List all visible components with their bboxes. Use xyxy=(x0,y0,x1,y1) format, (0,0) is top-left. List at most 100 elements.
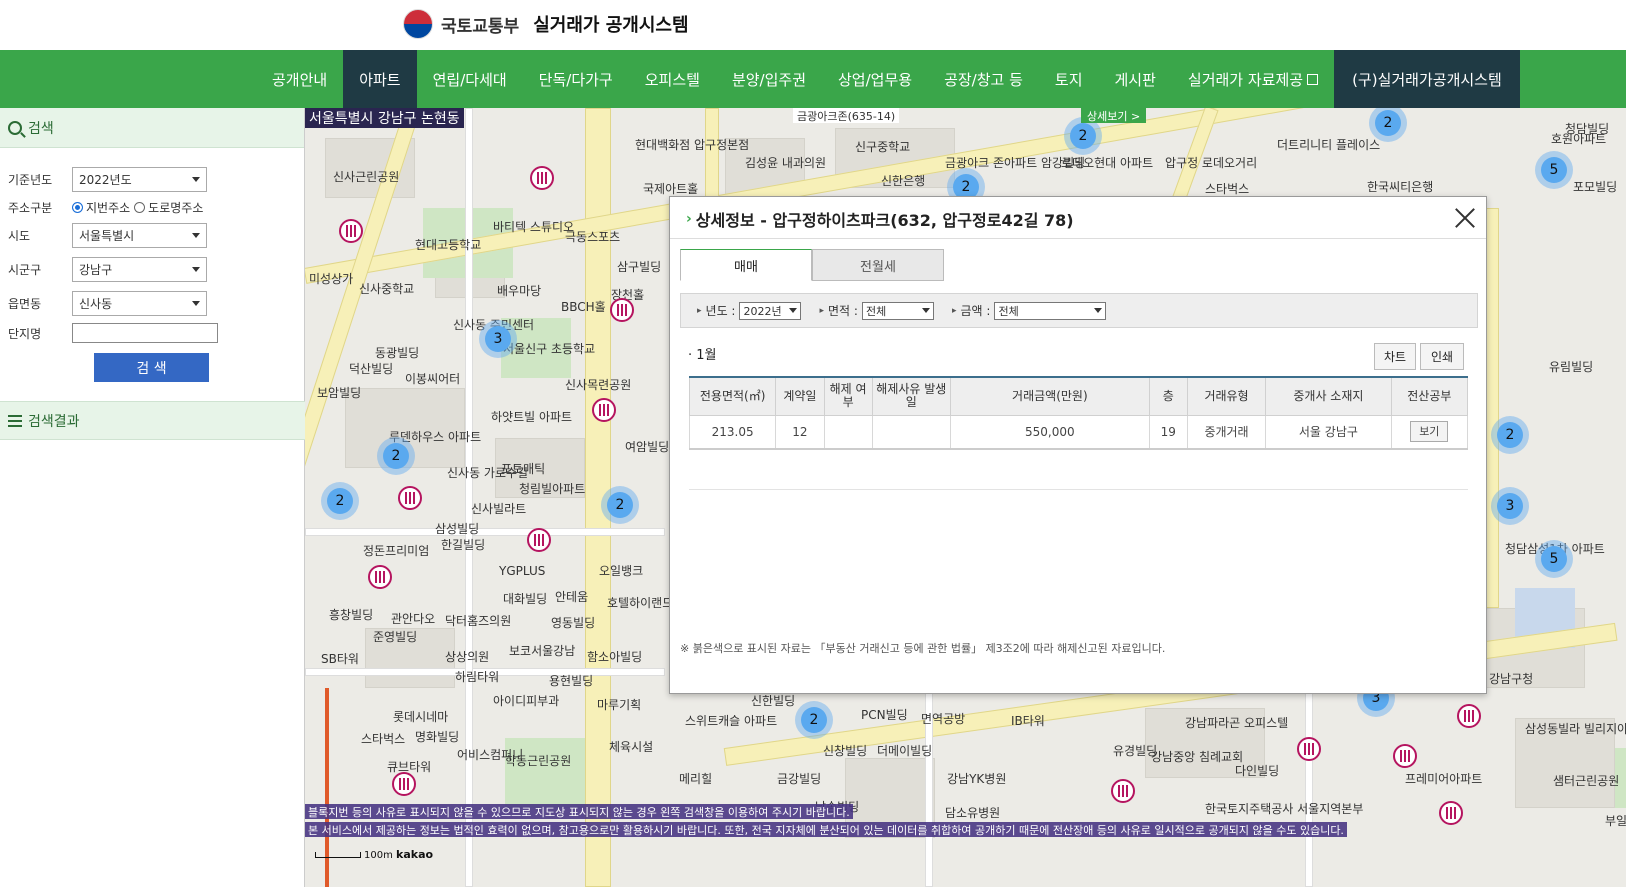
map-place-label: 메리힐 xyxy=(679,772,713,786)
map-place-label: 덕산빌딩 xyxy=(349,362,394,376)
chevron-down-icon xyxy=(789,308,798,313)
map-place-label: 흥창빌딩 xyxy=(329,608,374,622)
apartment-pin-icon[interactable] xyxy=(1111,779,1135,803)
map-place-label: 다인빌딩 xyxy=(1235,764,1280,778)
jibun-radio-label[interactable]: 지번주소 xyxy=(86,199,130,216)
cluster-marker[interactable]: 2 xyxy=(321,482,359,520)
list-icon xyxy=(8,414,22,427)
modal-title: › 상세정보 - 압구정하이츠파크(632, 압구정로42길 78) xyxy=(686,207,1074,231)
nav-item-data-provision[interactable]: 실거래가 자료제공 xyxy=(1172,50,1334,108)
site-logo[interactable]: 국토교통부 실거래가 공개시스템 xyxy=(403,6,689,42)
map-place-label: 신사목련공원 xyxy=(565,378,632,392)
map-place-label: 강남중앙 침례교회 xyxy=(1151,750,1244,764)
map-place-label: 바티텍 스튜디오 xyxy=(493,220,575,234)
close-icon[interactable] xyxy=(1454,207,1476,229)
road-radio[interactable] xyxy=(134,201,146,213)
map-place-label: 여암빌딩 xyxy=(625,440,670,454)
apartment-pin-icon[interactable] xyxy=(530,166,554,190)
apartment-pin-icon[interactable] xyxy=(610,298,634,322)
map-notice-1: 블록지번 등의 사유로 표시되지 않을 수 있으므로 지도상 표시되지 않는 경… xyxy=(305,804,853,819)
nav-item-board[interactable]: 게시판 xyxy=(1099,50,1172,108)
nav-item-factory[interactable]: 공장/창고 등 xyxy=(928,50,1039,108)
map-place-label: 프레미어아파트 xyxy=(1405,772,1483,786)
chart-button[interactable]: 차트 xyxy=(1374,343,1416,370)
apartment-pin-icon[interactable] xyxy=(339,219,363,243)
filter-bar: ▸ 년도 : 2022년 ▸ 면적 : 전체 ▸ 금액 : 전체 xyxy=(680,293,1478,328)
cluster-marker[interactable]: 2 xyxy=(377,437,415,475)
apartment-pin-icon[interactable] xyxy=(1393,744,1417,768)
tab-lease[interactable]: 전월세 xyxy=(812,249,944,281)
year-select-value: 2022년도 xyxy=(79,172,132,187)
map-place-label: 강남YK병원 xyxy=(947,772,1007,786)
ministry-name: 국토교통부 xyxy=(441,16,520,37)
cluster-marker[interactable]: 3 xyxy=(479,320,517,358)
nav-item-apartment[interactable]: 아파트 xyxy=(343,50,417,108)
year-select[interactable]: 2022년도 xyxy=(72,166,207,192)
cluster-marker[interactable]: 3 xyxy=(1491,487,1529,525)
apartment-pin-icon[interactable] xyxy=(398,486,422,510)
price-filter-select[interactable]: 전체 xyxy=(994,301,1107,320)
sigungu-select[interactable]: 강남구 xyxy=(72,256,207,282)
sido-select[interactable]: 서울특별시 xyxy=(72,222,207,248)
map-place-label: SB타워 xyxy=(321,652,359,666)
table-cell: 중개거래 xyxy=(1186,414,1267,450)
results-panel-header: 검색결과 xyxy=(0,401,305,440)
jibun-radio[interactable] xyxy=(72,201,83,213)
detail-view-button[interactable]: 상세보기 > xyxy=(1081,108,1147,123)
apartment-pin-icon[interactable] xyxy=(527,528,551,552)
nav-item-land[interactable]: 토지 xyxy=(1039,50,1099,108)
month-heading: · 1월 xyxy=(688,348,717,363)
print-button[interactable]: 인쇄 xyxy=(1420,343,1464,370)
sigungu-label: 시군구 xyxy=(8,262,42,277)
cluster-marker[interactable]: 5 xyxy=(1535,151,1573,189)
kakao-logo: kakao xyxy=(396,848,434,861)
map-place-label: 관안다오 xyxy=(391,612,436,626)
cluster-marker[interactable]: 2 xyxy=(1491,416,1529,454)
apartment-pin-icon[interactable] xyxy=(368,565,392,589)
modal-title-text: 상세정보 - 압구정하이츠파크(632, 압구정로42길 78) xyxy=(695,211,1074,230)
apartment-pin-icon[interactable] xyxy=(592,398,616,422)
main-nav: 공개안내 아파트 연립/다세대 단독/다가구 오피스텔 분양/입주권 상업/업무… xyxy=(0,50,1626,108)
table-header: 거래유형 xyxy=(1186,376,1267,416)
complex-name-input[interactable] xyxy=(72,323,218,343)
area-filter-select[interactable]: 전체 xyxy=(861,301,934,320)
arrow-right-icon: ▸ xyxy=(819,305,825,316)
arrow-right-icon: ▸ xyxy=(951,305,957,316)
address-tooltip: 금광아크존(635-14) xyxy=(793,108,900,123)
apartment-pin-icon[interactable] xyxy=(1439,801,1463,825)
ministry-emblem-icon xyxy=(403,9,433,39)
nav-item-notice[interactable]: 공개안내 xyxy=(256,50,343,108)
nav-item-townhouse[interactable]: 연립/다세대 xyxy=(417,50,523,108)
cluster-marker[interactable]: 2 xyxy=(795,701,833,739)
nav-item-commercial[interactable]: 상업/업무용 xyxy=(822,50,928,108)
search-button[interactable]: 검 색 xyxy=(94,353,209,382)
apartment-pin-icon[interactable] xyxy=(1457,704,1481,728)
map-place-label: 김성윤 내과의원 xyxy=(745,156,827,170)
apartment-pin-icon[interactable] xyxy=(1297,737,1321,761)
dong-select[interactable]: 신사동 xyxy=(72,290,207,316)
nav-item-detached[interactable]: 단독/다가구 xyxy=(523,50,629,108)
nav-item-legacy-system[interactable]: (구)실거래가공개시스템 xyxy=(1334,50,1520,108)
map-place-label: 스위트캐슬 아파트 xyxy=(685,714,778,728)
map-place-label: 신사빌라트 xyxy=(471,502,527,516)
map-place-label: 오일뱅크 xyxy=(599,564,644,578)
apartment-pin-icon[interactable] xyxy=(392,772,416,796)
road-radio-label[interactable]: 도로명주소 xyxy=(148,199,203,216)
year-filter-select[interactable]: 2022년 xyxy=(739,301,802,320)
cluster-marker[interactable]: 2 xyxy=(1369,108,1407,142)
table-header: 중개사 소재지 xyxy=(1265,376,1392,416)
view-record-button[interactable]: 보기 xyxy=(1410,421,1449,443)
cluster-marker[interactable]: 2 xyxy=(601,486,639,524)
tab-sale[interactable]: 매매 xyxy=(680,249,812,281)
map-place-label: PCN빌딩 xyxy=(861,708,908,722)
map-place-label: 호텔하이랜드 xyxy=(607,596,674,610)
search-icon xyxy=(8,120,22,135)
cluster-marker[interactable]: 5 xyxy=(1535,540,1573,578)
map-place-label: 한길빌딩 xyxy=(441,538,486,552)
nav-item-presale[interactable]: 분양/입주권 xyxy=(716,50,822,108)
map-scale: 100m kakao xyxy=(315,848,433,861)
external-link-icon xyxy=(1307,73,1319,85)
nav-item-officetel[interactable]: 오피스텔 xyxy=(629,50,716,108)
year-label: 기준년도 xyxy=(8,172,53,187)
results-panel-title: 검색결과 xyxy=(28,413,80,430)
